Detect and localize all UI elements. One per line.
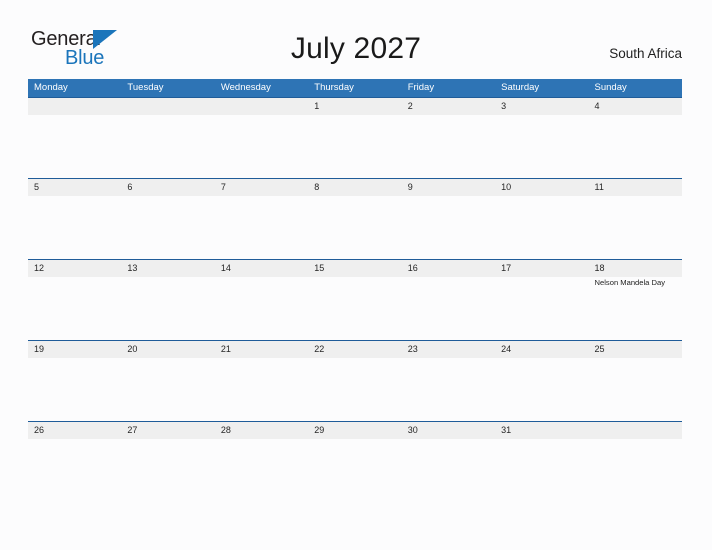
day-cell-event [215, 196, 308, 197]
day-cell-number[interactable]: 17 [495, 260, 588, 277]
day-cell-number[interactable]: 27 [121, 422, 214, 439]
day-cell-number[interactable]: 8 [308, 179, 401, 196]
day-cell-number[interactable]: 2 [402, 98, 495, 115]
day-cell-number[interactable]: 20 [121, 341, 214, 358]
day-cell-event [308, 115, 401, 116]
day-cell-event [495, 277, 588, 288]
weekday-header-thursday: Thursday [314, 82, 354, 93]
weekday-header-sunday: Sunday [594, 82, 627, 93]
day-cell-event [495, 196, 588, 197]
day-cell-number[interactable]: 29 [308, 422, 401, 439]
weekday-header-saturday: Saturday [501, 82, 540, 93]
day-cell-event [589, 358, 682, 359]
day-cell-event [308, 196, 401, 197]
page-title: July 2027 [290, 32, 422, 65]
weekday-header-tuesday: Tuesday [127, 82, 164, 93]
weekday-header-row: Monday Tuesday Wednesday Thursday Friday… [28, 79, 682, 97]
day-cell-event [215, 358, 308, 359]
day-cell-event [402, 196, 495, 197]
day-cell-event [402, 358, 495, 359]
day-cell-event [495, 358, 588, 359]
day-cell-number[interactable] [121, 98, 214, 115]
day-cell-number[interactable]: 10 [495, 179, 588, 196]
day-cell-event [402, 439, 495, 440]
day-cell-number[interactable]: 23 [402, 341, 495, 358]
week-event-band [28, 196, 682, 197]
week-row: 5 6 7 8 9 10 11 [28, 178, 682, 259]
day-cell-number[interactable]: 3 [495, 98, 588, 115]
week-event-band: Nelson Mandela Day [28, 277, 682, 288]
day-cell-event [215, 277, 308, 288]
day-cell-number[interactable]: 18 [589, 260, 682, 277]
week-event-band [28, 439, 682, 440]
page-header: General Blue July 2027 South Africa [0, 0, 712, 79]
day-cell-event [402, 115, 495, 116]
day-cell-event [308, 277, 401, 288]
day-cell-event [28, 439, 121, 440]
day-cell-event [402, 277, 495, 288]
day-cell-event [589, 115, 682, 116]
day-cell-number[interactable] [589, 422, 682, 439]
week-event-band [28, 115, 682, 116]
weekday-header-monday: Monday [34, 82, 68, 93]
day-cell-event [28, 115, 121, 116]
day-cell-event [121, 277, 214, 288]
week-date-band: 1 2 3 4 [28, 97, 682, 115]
week-date-band: 26 27 28 29 30 31 [28, 421, 682, 439]
week-event-band [28, 358, 682, 359]
day-cell-number[interactable]: 24 [495, 341, 588, 358]
day-cell-number[interactable]: 25 [589, 341, 682, 358]
week-row: 1 2 3 4 [28, 97, 682, 178]
day-cell-event [121, 439, 214, 440]
weekday-header-wednesday: Wednesday [220, 82, 271, 93]
day-cell-event [28, 277, 121, 288]
day-cell-number[interactable]: 31 [495, 422, 588, 439]
day-cell-number[interactable]: 15 [308, 260, 401, 277]
day-cell-number[interactable]: 6 [121, 179, 214, 196]
day-cell-number[interactable]: 13 [121, 260, 214, 277]
region-label: South Africa [609, 46, 682, 61]
day-cell-event [495, 115, 588, 116]
day-cell-number[interactable]: 19 [28, 341, 121, 358]
day-cell-number[interactable]: 1 [308, 98, 401, 115]
day-cell-number[interactable]: 7 [215, 179, 308, 196]
day-cell-number[interactable]: 22 [308, 341, 401, 358]
day-cell-number[interactable]: 26 [28, 422, 121, 439]
day-cell-event [28, 196, 121, 197]
week-row: 26 27 28 29 30 31 [28, 421, 682, 443]
calendar-grid: Monday Tuesday Wednesday Thursday Friday… [28, 79, 682, 443]
weekday-header-friday: Friday [407, 82, 435, 93]
week-date-band: 12 13 14 15 16 17 18 [28, 259, 682, 277]
week-row: 19 20 21 22 23 24 25 [28, 340, 682, 421]
day-cell-number[interactable] [28, 98, 121, 115]
day-cell-event [495, 439, 588, 440]
day-cell-number[interactable]: 16 [402, 260, 495, 277]
day-cell-number[interactable]: 21 [215, 341, 308, 358]
day-cell-number[interactable] [215, 98, 308, 115]
day-cell-number[interactable]: 12 [28, 260, 121, 277]
day-cell-event [215, 115, 308, 116]
day-cell-event [215, 439, 308, 440]
day-cell-number[interactable]: 28 [215, 422, 308, 439]
week-date-band: 5 6 7 8 9 10 11 [28, 178, 682, 196]
day-cell-event [121, 115, 214, 116]
day-cell-event [589, 439, 682, 440]
day-cell-event [308, 439, 401, 440]
day-cell-number[interactable]: 9 [402, 179, 495, 196]
day-cell-event-nelson-mandela-day: Nelson Mandela Day [594, 278, 666, 287]
day-cell-number[interactable]: 4 [589, 98, 682, 115]
day-cell-event [121, 358, 214, 359]
day-cell-event [28, 358, 121, 359]
day-cell-event [308, 358, 401, 359]
day-cell-number[interactable]: 5 [28, 179, 121, 196]
week-row: 12 13 14 15 16 17 18 Nelson Mandela Day [28, 259, 682, 340]
week-date-band: 19 20 21 22 23 24 25 [28, 340, 682, 358]
day-cell-event [589, 196, 682, 197]
day-cell-number[interactable]: 30 [402, 422, 495, 439]
day-cell-number[interactable]: 14 [215, 260, 308, 277]
day-cell-number[interactable]: 11 [589, 179, 682, 196]
day-cell-event [121, 196, 214, 197]
